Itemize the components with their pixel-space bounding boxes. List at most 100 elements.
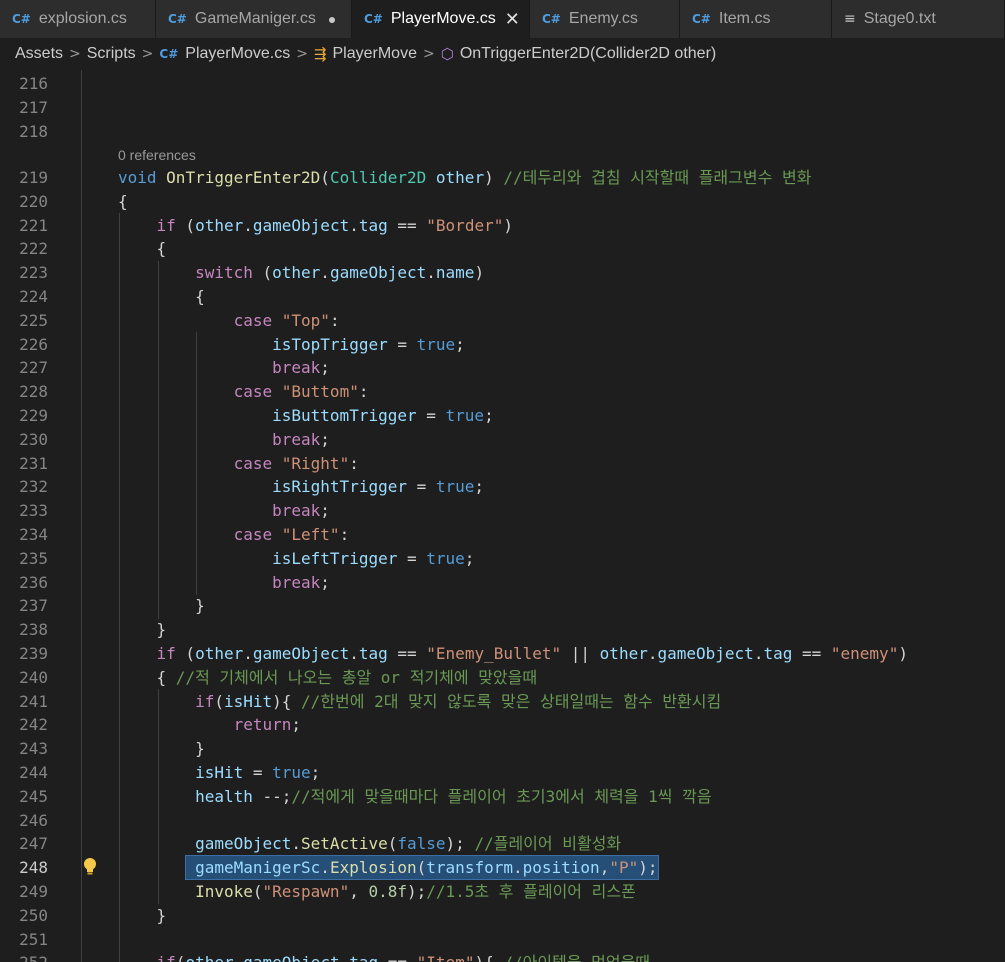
code-line[interactable]: 250 } <box>0 904 1005 928</box>
code-line[interactable]: 223 switch (other.gameObject.name) <box>0 261 1005 285</box>
code-line[interactable]: 233 break; <box>0 499 1005 523</box>
breadcrumb-assets[interactable]: Assets <box>15 45 63 63</box>
chevron-right-icon: > <box>141 46 154 62</box>
code-line[interactable]: 219 void OnTriggerEnter2D(Collider2D othe… <box>0 166 1005 190</box>
line-number: 240 <box>19 667 48 687</box>
tab-label: Item.cs <box>718 10 771 27</box>
code-text: case "Top": <box>118 309 340 333</box>
code-token: ; <box>310 763 321 782</box>
code-token: tag <box>349 953 378 962</box>
line-number: 242 <box>19 715 48 735</box>
code-line[interactable]: 230 break; <box>0 428 1005 452</box>
code-line[interactable]: 229 isButtomTrigger = true; <box>0 404 1005 428</box>
code-line[interactable]: 235 isLeftTrigger = true; <box>0 547 1005 571</box>
code-text: isButtomTrigger = true; <box>118 404 494 428</box>
code-line[interactable]: 244 isHit = true; <box>0 761 1005 785</box>
code-token: ; <box>291 715 302 735</box>
tab-stage0-txt[interactable]: ≡ Stage0.txt <box>832 0 1005 38</box>
code-line[interactable]: 232 isRightTrigger = true; <box>0 475 1005 499</box>
code-text: case "Right": <box>118 452 359 476</box>
code-line[interactable]: 217 <box>0 96 1005 120</box>
code-token: : <box>329 310 340 330</box>
tab-playermove-cs[interactable]: C# PlayerMove.cs ✕ <box>352 0 530 38</box>
code-line[interactable]: 243 } <box>0 737 1005 761</box>
code-token: SetActive <box>301 834 388 854</box>
line-number: 219 <box>19 168 48 187</box>
code-line[interactable]: 246 <box>0 809 1005 833</box>
tab-enemy-cs[interactable]: C# Enemy.cs <box>530 0 680 38</box>
code-line[interactable]: 234 case "Left": <box>0 523 1005 547</box>
code-token: tag <box>763 644 793 663</box>
code-token: other <box>272 263 321 283</box>
line-number: 232 <box>19 477 48 497</box>
breadcrumb-file[interactable]: PlayerMove.cs <box>185 45 290 63</box>
code-token: == <box>387 215 427 235</box>
code-line[interactable]: 241 if(isHit){ //한번에 2대 맞지 않도록 맞은 상태일때는 … <box>0 690 1005 714</box>
code-line[interactable]: 226 isTopTrigger = true; <box>0 333 1005 357</box>
code-line[interactable]: 225 case "Top": <box>0 309 1005 333</box>
code-line[interactable]: 237 } <box>0 594 1005 618</box>
code-token: //테두리와 겹침 시작할때 플래그변수 변화 <box>503 168 812 187</box>
code-token: { <box>118 239 167 259</box>
code-line[interactable]: 238 } <box>0 618 1005 642</box>
breadcrumb-class[interactable]: PlayerMove <box>333 45 417 63</box>
code-line[interactable]: 222 { <box>0 237 1005 261</box>
code-token: ; <box>320 572 330 592</box>
csharp-icon: C# <box>159 47 179 61</box>
code-line[interactable]: 242 return; <box>0 713 1005 737</box>
code-line[interactable]: 247 gameObject.SetActive(false); //플레이어 … <box>0 832 1005 856</box>
code-line[interactable]: 249 Invoke("Respawn", 0.8f);//1.5초 후 플레이… <box>0 880 1005 904</box>
csharp-icon: C# <box>12 12 31 26</box>
code-token: isHit <box>195 763 244 782</box>
code-line[interactable]: 228 case "Buttom": <box>0 380 1005 404</box>
code-line[interactable]: 239 if (other.gameObject.tag == "Enemy_B… <box>0 642 1005 666</box>
code-line[interactable]: 240 { //적 기체에서 나오는 총알 or 적기체에 맞았을때 <box>0 666 1005 690</box>
code-text: void OnTriggerEnter2D(Collider2D other) … <box>118 166 811 190</box>
text-file-icon: ≡ <box>844 11 856 27</box>
tab-explosion-cs[interactable]: C# explosion.cs <box>0 0 156 38</box>
code-token: . <box>349 215 359 235</box>
code-line[interactable]: 252 if(other.gameObject.tag == "Item"){ … <box>0 951 1005 962</box>
code-line[interactable]: 218 <box>0 120 1005 144</box>
line-number: 238 <box>19 620 48 640</box>
code-token: = <box>243 763 273 782</box>
code-line[interactable]: 248 gameManigerSc.Explosion(transform.po… <box>0 856 1005 880</box>
code-line[interactable]: 216 <box>0 72 1005 96</box>
code-line[interactable]: 231 case "Right": <box>0 452 1005 476</box>
code-token: } <box>118 596 205 616</box>
line-number: 233 <box>19 501 48 521</box>
code-text: gameManigerSc.Explosion(transform.positi… <box>118 856 657 880</box>
code-line[interactable]: 220 { <box>0 190 1005 214</box>
breadcrumb-scripts[interactable]: Scripts <box>87 45 136 63</box>
code-text: if(other.gameObject.tag == "Item"){ //아이… <box>118 951 651 962</box>
tab-item-cs[interactable]: C# Item.cs <box>680 0 832 38</box>
code-token: gameManigerSc <box>195 858 321 878</box>
code-token: . <box>340 953 350 962</box>
code-line[interactable]: 227 break; <box>0 356 1005 380</box>
code-line[interactable]: 236 break; <box>0 571 1005 595</box>
code-line[interactable]: 221 if (other.gameObject.tag == "Border"… <box>0 214 1005 238</box>
chevron-right-icon: > <box>69 46 81 62</box>
line-number: 235 <box>19 548 48 568</box>
close-icon[interactable]: ✕ <box>505 9 520 30</box>
codelens-references[interactable]: 0 references <box>118 144 196 166</box>
code-token: case <box>233 382 273 402</box>
code-token: true <box>426 548 465 568</box>
code-line[interactable]: 245 health --;//적에게 맞을때마다 플레이어 초기3에서 체력을… <box>0 785 1005 809</box>
method-cube-icon: ⬡ <box>440 45 454 63</box>
line-number: 234 <box>19 525 48 544</box>
code-line[interactable]: 224 { <box>0 285 1005 309</box>
unsaved-dot-icon[interactable]: ● <box>328 11 336 27</box>
breadcrumb-method[interactable]: OnTriggerEnter2D(Collider2D other) <box>460 45 716 63</box>
tab-gamemaniger-cs[interactable]: C# GameManiger.cs ● <box>156 0 352 38</box>
code-editor[interactable]: 0 references 216 217 218 219 void OnTriggerE… <box>0 70 1005 962</box>
code-line[interactable]: 251 <box>0 928 1005 952</box>
code-token: ) <box>503 215 513 235</box>
code-token: } <box>118 620 167 640</box>
